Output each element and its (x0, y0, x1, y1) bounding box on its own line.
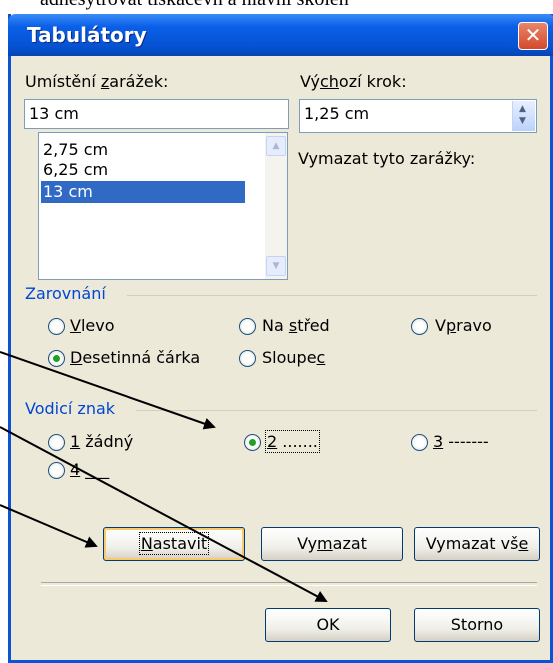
clear-tabs-label: Vymazat tyto zarážky: (298, 149, 476, 168)
radio-right[interactable] (411, 318, 428, 335)
radio-leader-dots-label[interactable]: 2 ....... (265, 430, 320, 453)
radio-bar[interactable] (239, 350, 256, 367)
background-document-text: adnesytrovat tiskačevh a hlavní skoleh (40, 0, 553, 11)
radio-leader-underline-label[interactable]: 4 ___ (70, 460, 109, 479)
set-button[interactable]: Nastavit (103, 527, 245, 561)
default-step-label: Výchozí krok: (300, 72, 407, 91)
list-scrollbar[interactable]: ▲ ▼ (265, 133, 287, 279)
radio-leader-dashes-label[interactable]: 3 ------- (433, 432, 489, 451)
radio-leader-none[interactable] (48, 434, 65, 451)
default-step-value: 1,25 cm (304, 104, 370, 123)
radio-decimal[interactable] (48, 350, 65, 367)
alignment-group-title: Zarovnání (25, 284, 106, 303)
radio-leader-dashes[interactable] (411, 434, 428, 451)
group-divider (127, 295, 537, 296)
clear-button[interactable]: Vymazat (261, 527, 403, 561)
radio-left-label[interactable]: Vlevo (70, 316, 115, 335)
tab-position-label: Umístění zarážek: (25, 72, 169, 91)
radio-leader-none-label[interactable]: 1 žádný (70, 432, 133, 451)
set-button-label: Nastavit (138, 532, 210, 555)
tabs-dialog: Tabulátory ✕ Umístění zarážek: 13 cm 2,7… (8, 14, 553, 663)
scroll-down-icon[interactable]: ▼ (266, 256, 286, 276)
radio-center[interactable] (239, 318, 256, 335)
list-item[interactable]: 2,75 cm (43, 139, 108, 161)
radio-right-label[interactable]: Vpravo (435, 316, 492, 335)
close-icon[interactable]: ✕ (518, 22, 548, 50)
group-divider (136, 410, 537, 411)
radio-decimal-label[interactable]: Desetinná čárka (70, 348, 200, 367)
radio-left[interactable] (48, 318, 65, 335)
dialog-title: Tabulátory (27, 23, 147, 47)
clear-all-button[interactable]: Vymazat vše (414, 527, 540, 561)
separator (41, 582, 537, 586)
ok-button[interactable]: OK (265, 608, 391, 642)
cancel-button[interactable]: Storno (414, 608, 540, 642)
radio-leader-dots[interactable] (244, 434, 261, 451)
scroll-up-icon[interactable]: ▲ (266, 136, 286, 156)
tab-position-input[interactable]: 13 cm (24, 99, 289, 129)
tab-position-list[interactable]: 2,75 cm 6,25 cm 13 cm ▲ ▼ (38, 132, 288, 280)
radio-leader-underline[interactable] (48, 462, 65, 479)
title-bar[interactable]: Tabulátory ✕ (8, 14, 553, 56)
leader-group-title: Vodicí znak (25, 399, 116, 418)
spinner-icon[interactable]: ▲ ▼ (512, 101, 535, 131)
radio-bar-label[interactable]: Sloupec (262, 348, 325, 367)
default-step-input[interactable]: 1,25 cm ▲ ▼ (299, 99, 537, 133)
list-item-selected[interactable]: 13 cm (41, 181, 245, 203)
list-item[interactable]: 6,25 cm (43, 159, 108, 181)
radio-center-label[interactable]: Na střed (262, 316, 330, 335)
